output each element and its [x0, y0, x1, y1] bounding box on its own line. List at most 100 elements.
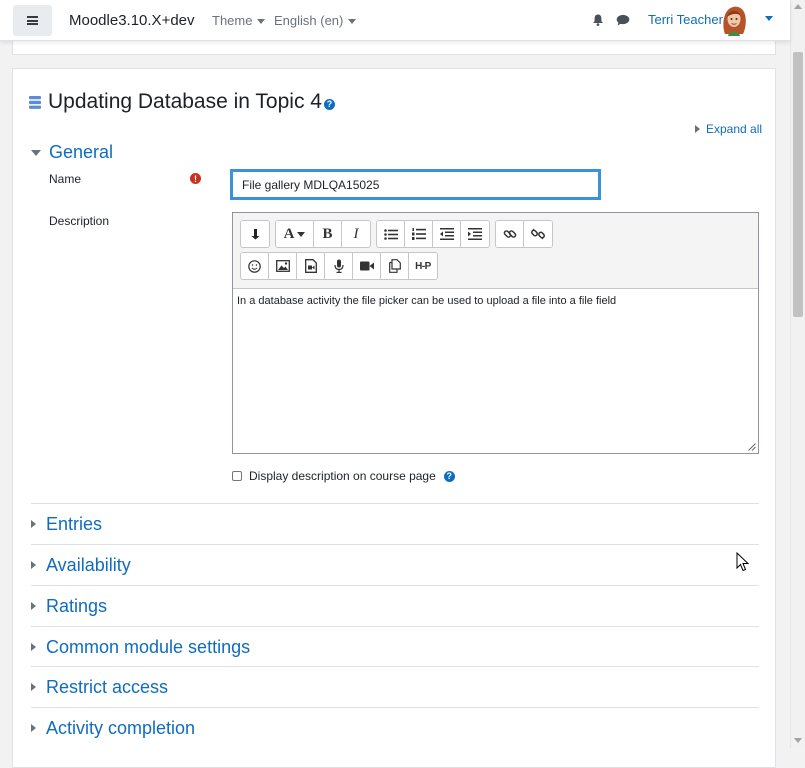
display-description-label[interactable]: Display description on course page	[249, 469, 436, 483]
h5p-icon: H-P	[415, 260, 431, 272]
bold-button[interactable]: B	[314, 221, 342, 247]
image-button[interactable]	[269, 253, 297, 279]
font-color-icon: A	[283, 225, 295, 242]
display-description-checkbox[interactable]	[232, 471, 242, 481]
theme-menu-label: Theme	[212, 13, 253, 28]
media-icon	[304, 259, 317, 273]
section-ratings-label: Ratings	[46, 595, 108, 616]
link-icon	[503, 230, 516, 238]
help-icon[interactable]: ?	[443, 470, 455, 482]
language-menu-label: English (en)	[274, 13, 344, 28]
description-editor: A B I H-P In a database activity the fil…	[232, 212, 759, 454]
section-entries-toggle[interactable]: Entries	[31, 503, 759, 544]
indent-icon	[468, 228, 482, 240]
record-audio-icon	[333, 259, 344, 273]
unordered-list-icon	[383, 228, 398, 240]
mouse-pointer-icon	[736, 552, 750, 572]
image-icon	[275, 260, 290, 272]
description-label: Description	[49, 214, 110, 228]
scroll-up-arrow-icon[interactable]	[794, 4, 802, 9]
toolbar-group-style: A B I	[275, 220, 371, 248]
toolbar-group-links	[495, 220, 553, 248]
emoticon-icon	[248, 259, 261, 273]
caret-right-icon	[695, 125, 700, 133]
section-general-label: General	[49, 142, 114, 162]
section-activity-completion-label: Activity completion	[46, 717, 196, 738]
language-menu[interactable]: English (en)	[274, 13, 357, 28]
unordered-list-button[interactable]	[377, 221, 405, 247]
record-video-button[interactable]	[353, 253, 381, 279]
page-scrollbar[interactable]	[790, 0, 805, 748]
emoticon-button[interactable]	[241, 253, 269, 279]
link-button[interactable]	[496, 221, 524, 247]
section-entries-label: Entries	[46, 513, 103, 534]
indent-button[interactable]	[461, 221, 489, 247]
caret-right-icon	[31, 724, 36, 732]
show-more-buttons-button[interactable]	[241, 221, 269, 247]
caret-right-icon	[31, 683, 36, 691]
caret-right-icon	[31, 643, 36, 651]
section-general-toggle[interactable]: General	[31, 142, 113, 163]
display-description-row: Display description on course page ?	[232, 469, 455, 483]
show-more-icon	[251, 229, 260, 240]
caret-right-icon	[31, 520, 36, 528]
manage-files-icon	[388, 259, 401, 273]
italic-icon: I	[353, 225, 359, 242]
section-restrict-access-label: Restrict access	[46, 676, 169, 697]
section-activity-completion-toggle[interactable]: Activity completion	[31, 707, 759, 748]
manage-files-button[interactable]	[381, 253, 409, 279]
caret-right-icon	[31, 561, 36, 569]
editor-toolbar-row-1: A B I	[240, 220, 558, 248]
name-input[interactable]	[230, 169, 601, 200]
required-icon: !	[190, 173, 201, 184]
outdent-icon	[439, 228, 454, 240]
expand-all-label: Expand all	[706, 122, 763, 136]
ordered-list-button[interactable]	[405, 221, 433, 247]
unlink-icon	[531, 228, 545, 240]
description-editor-content[interactable]: In a database activity the file picker c…	[233, 288, 758, 453]
unlink-button[interactable]	[524, 221, 552, 247]
top-navbar: Moodle3.10.X+dev Theme English (en) Terr…	[0, 0, 790, 41]
scroll-down-arrow-icon[interactable]	[794, 738, 802, 743]
ordered-list-icon	[411, 228, 426, 240]
expand-all-link[interactable]: Expand all	[695, 122, 762, 136]
hamburger-icon	[27, 16, 38, 25]
user-menu-name[interactable]: Terri Teacher	[648, 12, 723, 27]
page-heading: Updating Database in Topic 4 ?	[29, 90, 335, 114]
scrollbar-thumb[interactable]	[793, 52, 803, 317]
page-title: Updating Database in Topic 4	[48, 90, 322, 113]
messages-chat-icon[interactable]	[616, 14, 630, 26]
section-restrict-access-toggle[interactable]: Restrict access	[31, 666, 759, 707]
section-common-module-settings-label: Common module settings	[46, 636, 251, 657]
help-icon[interactable]: ?	[323, 98, 335, 110]
media-button[interactable]	[297, 253, 325, 279]
toolbar-group-collapse	[240, 220, 270, 248]
user-avatar[interactable]	[719, 4, 749, 36]
section-common-module-settings-toggle[interactable]: Common module settings	[31, 626, 759, 667]
record-audio-button[interactable]	[325, 253, 353, 279]
caret-down-icon	[297, 231, 306, 237]
chevron-down-icon	[348, 19, 357, 25]
editor-toolbar-row-2: H-P	[240, 252, 443, 280]
chevron-down-icon	[257, 19, 266, 25]
caret-right-icon	[31, 602, 36, 610]
resize-grip-icon[interactable]	[748, 443, 756, 451]
font-color-button[interactable]: A	[276, 221, 314, 247]
toolbar-group-insert: H-P	[240, 252, 438, 280]
record-video-icon	[359, 261, 374, 271]
theme-menu[interactable]: Theme	[212, 13, 266, 28]
section-ratings-toggle[interactable]: Ratings	[31, 585, 759, 626]
notifications-bell-icon[interactable]	[592, 14, 604, 26]
drawer-toggle-button[interactable]	[13, 5, 52, 36]
database-icon	[29, 95, 41, 109]
outdent-button[interactable]	[433, 221, 461, 247]
h5p-button[interactable]: H-P	[409, 253, 437, 279]
italic-button[interactable]: I	[342, 221, 370, 247]
caret-down-icon	[31, 149, 41, 156]
toolbar-group-list	[376, 220, 490, 248]
user-menu-chevron-icon[interactable]	[765, 16, 773, 21]
site-brand[interactable]: Moodle3.10.X+dev	[69, 12, 195, 29]
name-label: Name	[49, 172, 82, 186]
section-availability-toggle[interactable]: Availability	[31, 544, 759, 585]
section-availability-label: Availability	[46, 554, 131, 575]
